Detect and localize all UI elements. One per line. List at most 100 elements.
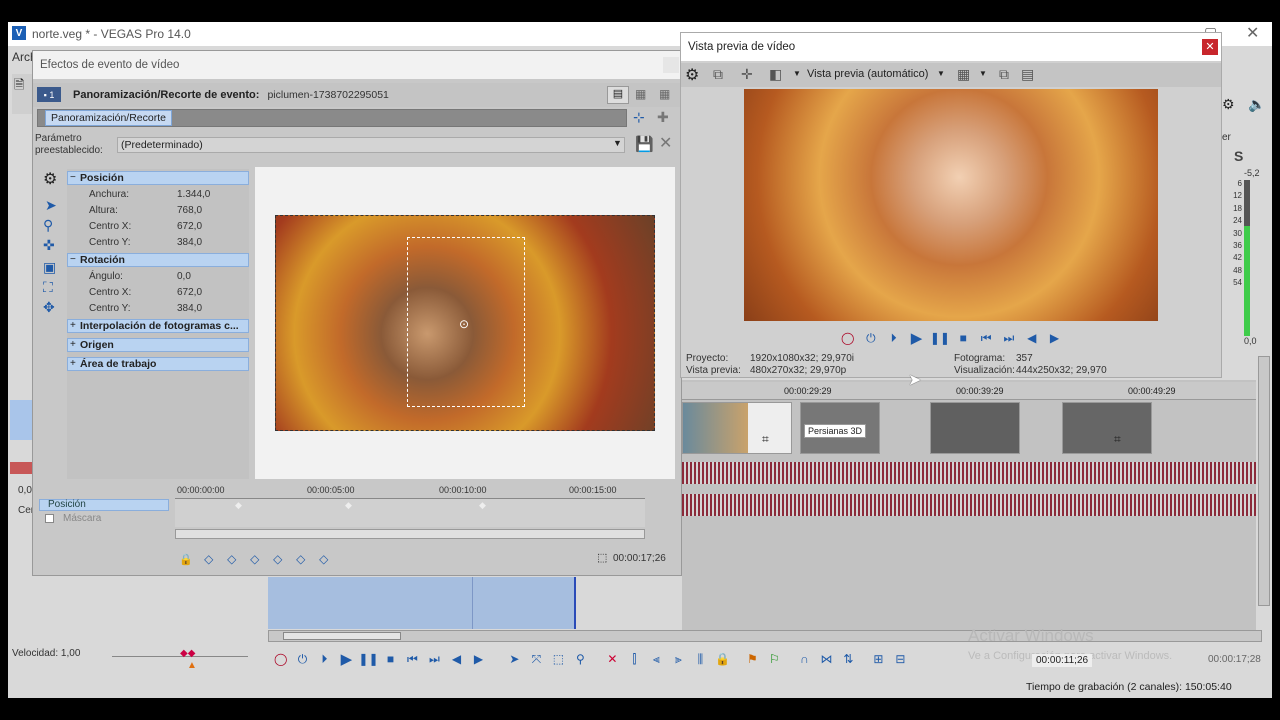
normal-edit-tool-icon[interactable]: ➤ [507,652,521,666]
insert-marker-icon[interactable]: ⚑ [745,652,759,666]
fit-frame-icon[interactable]: ⛶ [43,279,53,296]
center-handle-icon[interactable]: ⊙ [459,317,469,331]
main-play-from-start-icon[interactable]: ⏵ [317,652,331,666]
move-freely-icon[interactable]: ✥ [43,299,55,316]
fx-plugin-add-icon[interactable]: ✚ [657,109,669,126]
audio-mute-icon[interactable]: 🔈 [1248,96,1265,113]
prop-height-value[interactable]: 768,0 [177,203,202,219]
next-frame-icon[interactable]: ▶ [1048,331,1061,345]
zoom-tool-icon[interactable]: ⚲ [43,217,53,234]
track-position[interactable]: Posición [39,499,169,511]
transition-label[interactable]: Persianas 3D [804,424,867,438]
main-next-frame-icon[interactable]: ▶ [471,652,485,666]
mask-checkbox[interactable] [45,514,54,523]
track-header-video[interactable] [10,400,34,440]
split-icon[interactable]: ⫼ [693,652,707,666]
snap-grid-icon[interactable]: ▣ [43,259,56,276]
prop-center-x-value[interactable]: 672,0 [177,219,202,235]
main-play-icon[interactable]: ▶ [339,651,353,668]
grid-icon[interactable]: ▦ [957,66,970,83]
prop-angle[interactable]: Ángulo: 0,0 [67,269,249,285]
fx-dialog-close-icon[interactable] [663,57,679,73]
section-source[interactable]: Origen [67,338,249,352]
grid-dropdown-icon[interactable]: ▼ [979,69,987,78]
prop-height[interactable]: Altura: 768,0 [67,203,249,219]
auto-crossfade-icon[interactable]: ⋈ [819,652,833,666]
speed-handle-icon[interactable]: ◆◆ [180,648,195,659]
keyframe-2-icon[interactable]: ◆ [345,500,352,511]
first-keyframe-icon[interactable]: ◇ [202,552,216,566]
preview-settings-icon[interactable]: ⚙ [685,65,699,85]
prop-rot-center-y[interactable]: Centro Y: 384,0 [67,301,249,317]
settings-gear-icon[interactable]: ⚙ [43,169,57,189]
track-header-audio[interactable] [10,462,34,474]
prop-center-y-value[interactable]: 384,0 [177,235,202,251]
trim-end-icon[interactable]: ⫸ [671,652,685,666]
audio-waveform-1[interactable] [682,462,1256,484]
audio-settings-icon[interactable]: ⚙ [1222,96,1235,113]
delete-keyframe-icon[interactable]: ◇ [317,552,331,566]
pan-crop-event-icon[interactable]: ⌗ [762,432,769,447]
fx-chain-chip[interactable]: Panoramización/Recorte [45,110,172,126]
selection-tool-icon[interactable]: ⬚ [551,652,565,666]
fx-chain-icon[interactable]: ⊹ [633,109,645,126]
horizontal-scrollbar[interactable] [268,630,1262,642]
save-snapshot-icon[interactable]: ▤ [1021,66,1034,83]
timeline-ruler[interactable]: 00:00:29:29 00:00:39:29 00:00:49:29 [682,382,1256,400]
main-record-icon[interactable]: ◯ [274,652,287,666]
main-go-end-icon[interactable]: ⏭ [427,652,441,666]
prop-center-x[interactable]: Centro X: 672,0 [67,219,249,235]
save-preset-icon[interactable]: 💾 [635,135,654,153]
event-fx-icon[interactable]: ⊟ [893,652,907,666]
delete-icon[interactable]: ✕ [605,652,619,666]
audio-waveform-2[interactable] [682,494,1256,516]
trim-icon[interactable]: ⫿ [627,652,641,666]
overlays-dropdown-icon[interactable]: ▼ [793,69,801,78]
main-pause-icon[interactable]: ❚❚ [358,652,378,666]
trim-start-icon[interactable]: ⫷ [649,652,663,666]
view-list-icon[interactable]: ▤ [607,86,629,104]
main-stop-icon[interactable]: ■ [383,652,397,666]
record-icon[interactable]: ◯ [841,331,854,345]
view-table-icon[interactable]: ▦ [659,87,670,101]
next-keyframe-icon[interactable]: ◇ [248,552,262,566]
prev-frame-icon[interactable]: ◀ [1025,331,1038,345]
section-interpolation[interactable]: Interpolación de fotogramas c... [67,319,249,333]
delete-preset-icon[interactable]: ✕ [659,133,672,153]
keyframe-scrollbar[interactable] [175,529,645,539]
video-event-4[interactable] [1062,402,1152,454]
pan-crop-event-icon-2[interactable]: ⌗ [1114,432,1121,447]
prop-width-value[interactable]: 1.344,0 [177,187,210,203]
loop-icon[interactable]: ⏻ [864,331,877,345]
stop-icon[interactable]: ■ [957,331,970,345]
keyframe-1-icon[interactable]: ◆ [235,500,242,511]
play-from-start-icon[interactable]: ⏵ [887,331,900,345]
section-workspace[interactable]: Área de trabajo [67,357,249,371]
prop-rot-center-y-value[interactable]: 384,0 [177,301,202,317]
track-mask[interactable]: Máscara [39,513,169,525]
video-event-lower[interactable] [268,577,576,629]
prev-keyframe-icon[interactable]: ◇ [225,552,239,566]
event-pan-crop-icon[interactable]: ⊞ [871,652,885,666]
pan-crop-canvas[interactable]: ⊙ [255,167,675,479]
play-icon[interactable]: ▶ [910,330,923,347]
prop-center-y[interactable]: Centro Y: 384,0 [67,235,249,251]
pause-icon[interactable]: ❚❚ [930,331,950,345]
go-end-icon[interactable]: ⏭ [1003,331,1016,345]
section-position[interactable]: Posición [67,171,249,185]
main-go-start-icon[interactable]: ⏮ [405,652,419,666]
new-file-icon[interactable]: 🗎 [14,76,24,98]
keyframe-lane[interactable]: ◆ ◆ ◆ [175,499,645,527]
main-loop-icon[interactable]: ⏻ [295,652,309,666]
add-keyframe-icon[interactable]: ◇ [294,552,308,566]
prop-width[interactable]: Anchura: 1.344,0 [67,187,249,203]
keyframe-3-icon[interactable]: ◆ [479,500,486,511]
last-keyframe-icon[interactable]: ◇ [271,552,285,566]
overlays-icon[interactable]: ◧ [769,66,782,83]
copy-snapshot-icon[interactable]: ⧉ [999,66,1009,83]
close-icon[interactable]: ✕ [1246,23,1259,43]
prop-angle-value[interactable]: 0,0 [177,269,191,285]
external-monitor-icon[interactable]: ⧉ [713,66,723,83]
pointer-tool-icon[interactable]: ➤ [45,197,57,214]
main-prev-frame-icon[interactable]: ◀ [449,652,463,666]
